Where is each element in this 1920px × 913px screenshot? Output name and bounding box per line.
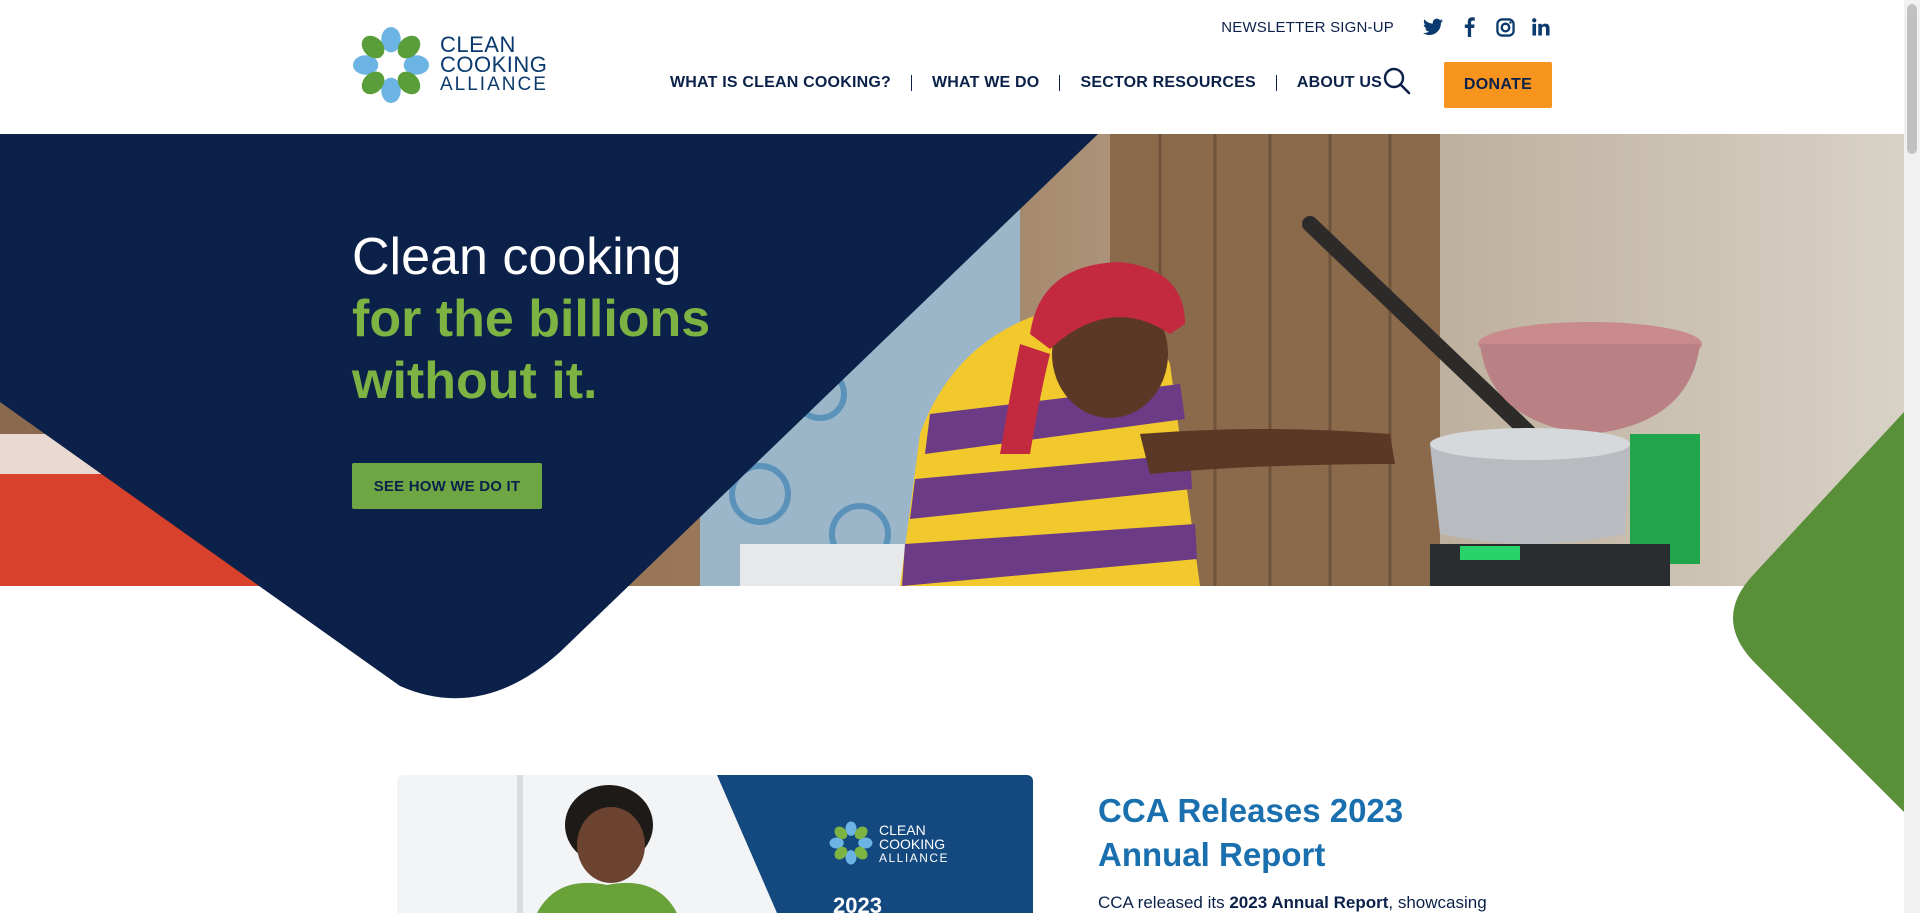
nav-sector-resources[interactable]: SECTOR RESOURCES (1080, 74, 1255, 92)
report-summary: CCA released its 2023 Annual Report, sho… (1098, 893, 1558, 913)
nav-divider (910, 75, 912, 91)
hero-line-3: without it. (352, 352, 598, 410)
see-how-we-do-it-button[interactable]: SEE HOW WE DO IT (352, 463, 542, 509)
report-summary-suffix: , showcasing (1388, 893, 1487, 912)
hero-line-2: for the billions (352, 290, 711, 348)
logo-wordmark: CLEAN COOKING ALLIANCE (440, 34, 548, 95)
main-nav: WHAT IS CLEAN COOKING? WHAT WE DO SECTOR… (670, 74, 1382, 92)
nav-divider (1059, 75, 1061, 91)
nav-about-us[interactable]: ABOUT US (1297, 74, 1382, 92)
report-summary-prefix: CCA released its (1098, 893, 1230, 912)
report-heading[interactable]: CCA Releases 2023 Annual Report (1098, 789, 1518, 877)
scrollbar-thumb[interactable] (1907, 4, 1917, 154)
search-icon[interactable] (1382, 66, 1412, 96)
report-card-year: 2023 (833, 893, 882, 913)
report-summary-link[interactable]: 2023 Annual Report (1229, 893, 1388, 912)
logo-star-icon (352, 26, 430, 104)
nav-what-is-clean-cooking[interactable]: WHAT IS CLEAN COOKING? (670, 74, 891, 92)
hero-section: Clean cooking for the billions without i… (0, 134, 1904, 699)
nav-divider (1275, 75, 1277, 91)
donate-button[interactable]: DONATE (1444, 62, 1552, 108)
decorative-green-shape (1733, 412, 1904, 812)
newsletter-signup-link[interactable]: NEWSLETTER SIGN-UP (1221, 19, 1394, 36)
utility-bar: NEWSLETTER SIGN-UP (1221, 16, 1552, 38)
site-header: CLEAN COOKING ALLIANCE NEWSLETTER SIGN-U… (0, 0, 1904, 134)
linkedin-icon[interactable] (1530, 16, 1552, 38)
report-heading-line-2: Annual Report (1098, 836, 1326, 873)
logo-line-3: ALLIANCE (440, 74, 548, 95)
report-heading-line-1: CCA Releases 2023 (1098, 792, 1404, 829)
report-card-logo-line-2: COOKING (879, 836, 946, 852)
hero-line-1: Clean cooking (352, 228, 682, 286)
report-card-logo-line-3: ALLIANCE (879, 851, 950, 865)
hero-photo (0, 134, 1904, 586)
site-logo[interactable]: CLEAN COOKING ALLIANCE (352, 26, 548, 104)
report-card-wordmark: CLEAN COOKING ALLIANCE (879, 823, 949, 865)
annual-report-image[interactable]: CLEAN COOKING ALLIANCE 2023 (397, 775, 1033, 913)
report-card-logo-line-1: CLEAN (879, 822, 926, 838)
report-card-logo-icon (829, 821, 873, 865)
twitter-icon[interactable] (1422, 16, 1444, 38)
nav-what-we-do[interactable]: WHAT WE DO (932, 74, 1039, 92)
page-scrollbar[interactable] (1904, 0, 1920, 913)
logo-line-2: COOKING (440, 52, 548, 77)
instagram-icon[interactable] (1494, 16, 1516, 38)
facebook-icon[interactable] (1458, 16, 1480, 38)
hero-headline: Clean cooking for the billions without i… (352, 226, 872, 412)
